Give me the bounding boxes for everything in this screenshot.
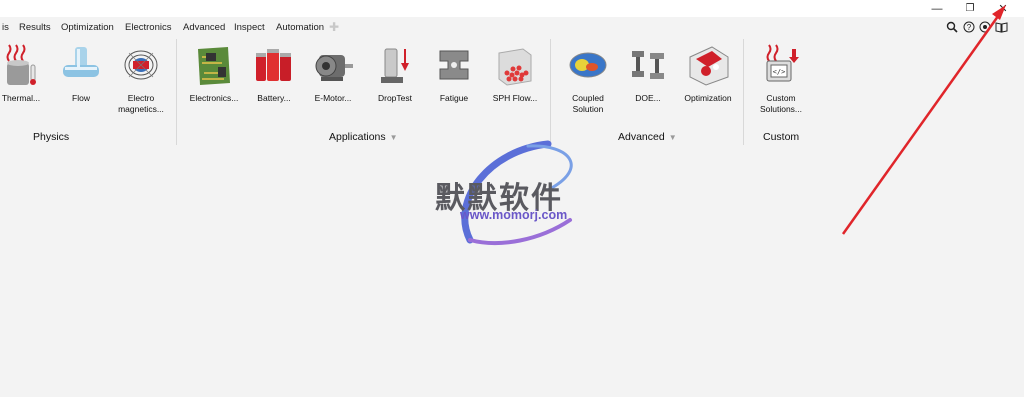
annotation-arrow bbox=[841, 5, 1006, 235]
